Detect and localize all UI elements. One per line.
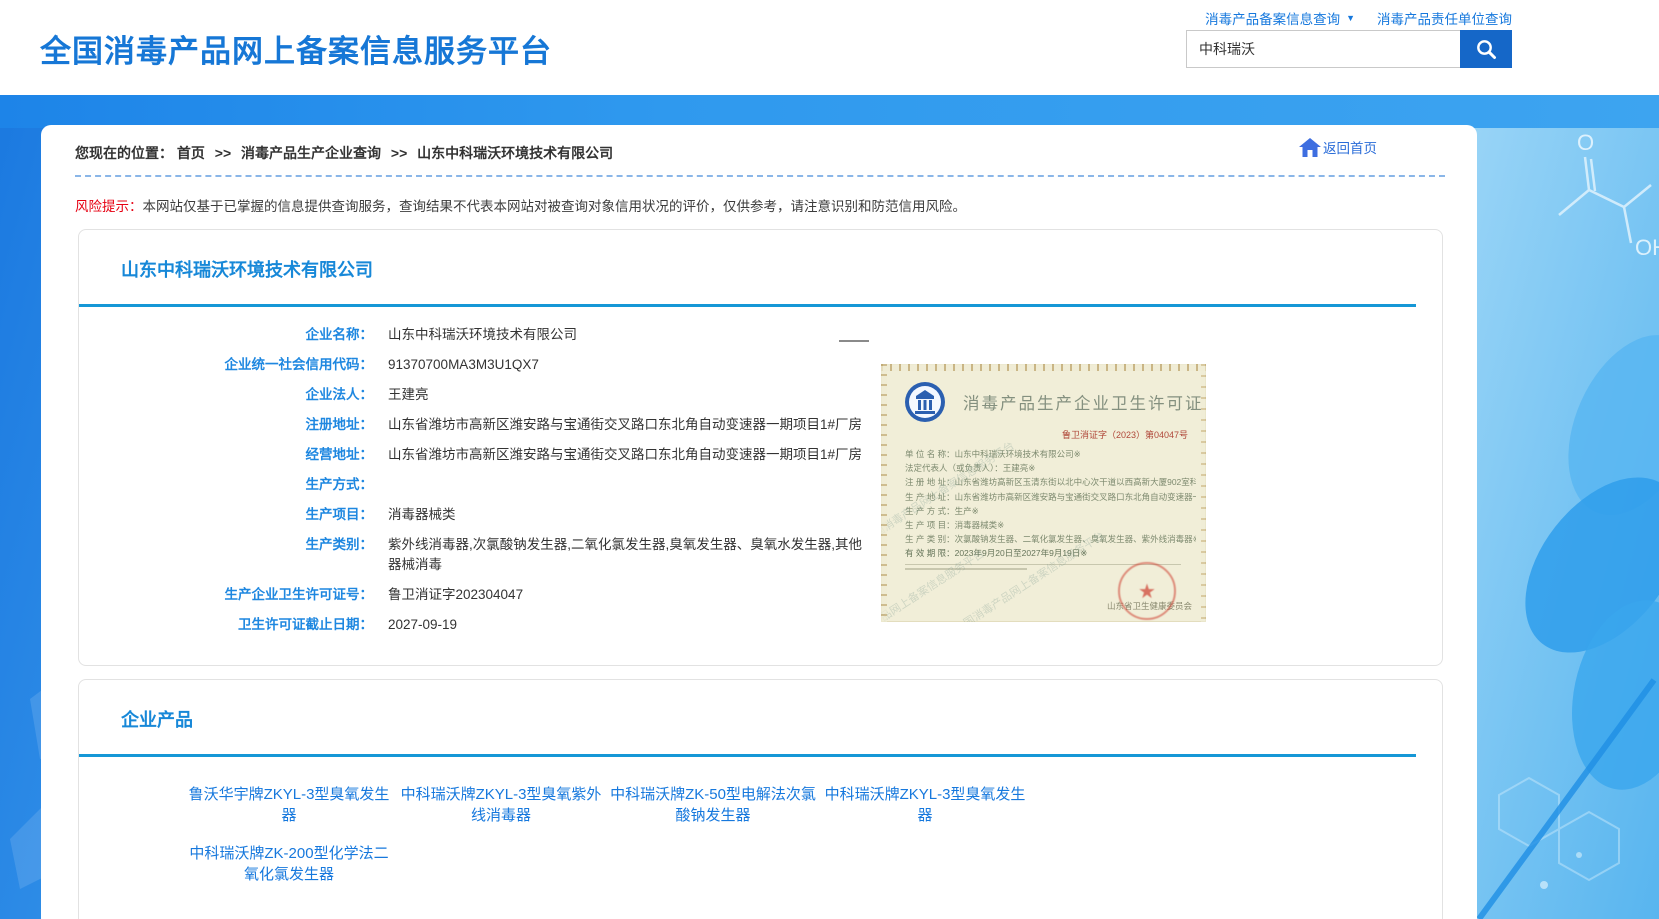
certificate-body: 单 位 名 称：山东中科瑞沃环境技术有限公司※ 法定代表人（或负责人）：王建亮※… <box>881 441 1206 570</box>
field-value: 山东中科瑞沃环境技术有限公司 <box>388 325 577 345</box>
field-value: 2027-09-19 <box>388 615 457 635</box>
header-band <box>0 95 1659 128</box>
breadcrumb-item-current: 山东中科瑞沃环境技术有限公司 <box>417 145 613 161</box>
certificate-line: 法定代表人（或负责人）：王建亮※ <box>905 461 1196 475</box>
product-link[interactable]: 中科瑞沃牌ZKYL-3型臭氧发生器 <box>819 784 1031 826</box>
breadcrumb-separator: >> <box>215 145 231 161</box>
product-link[interactable]: 中科瑞沃牌ZKYL-3型臭氧紫外线消毒器 <box>395 784 607 826</box>
field-row: 企业法人： 王建亮 <box>79 380 1442 410</box>
certificate-image: 全国消毒产品网上备案信息服务平台 全国消毒产品网上备案信息服务平台 全国消毒产品… <box>881 364 1206 622</box>
field-row: 生产方式： <box>79 470 1442 500</box>
certificate-line: 生 产 类 别：次氯酸钠发生器、二氧化氯发生器、臭氧发生器、紫外线消毒器※ <box>905 532 1196 546</box>
search-input[interactable] <box>1186 30 1460 68</box>
product-link[interactable]: 中科瑞沃牌ZK-200型化学法二氧化氯发生器 <box>183 843 395 885</box>
field-label: 生产类别： <box>79 535 373 555</box>
site-title: 全国消毒产品网上备案信息服务平台 <box>40 26 552 71</box>
product-list: 鲁沃华宇牌ZKYL-3型臭氧发生器 中科瑞沃牌ZKYL-3型臭氧紫外线消毒器 中… <box>183 784 1442 885</box>
field-row: 生产类别： 紫外线消毒器,次氯酸钠发生器,二氧化氯发生器,臭氧发生器、臭氧水发生器… <box>79 530 1442 580</box>
back-home-link[interactable]: 返回首页 <box>1299 137 1377 157</box>
certificate-line: 生 产 地 址：山东省潍坊市高新区潍安路与宝通街交叉路口东北角自动变速器一期项目… <box>905 490 1196 504</box>
product-link[interactable]: 中科瑞沃牌ZK-50型电解法次氯酸钠发生器 <box>607 784 819 826</box>
field-label: 生产项目： <box>79 505 373 525</box>
certificate-line: 生 产 方 式：生产※ <box>905 504 1196 518</box>
breadcrumb-item-home[interactable]: 首页 <box>177 145 205 161</box>
products-card-title: 企业产品 <box>121 706 1442 732</box>
page-background: O OH 您现在的位置： 首页 >> 消毒产品生产企业查询 <box>0 95 1659 919</box>
company-products-card: 企业产品 鲁沃华宇牌ZKYL-3型臭氧发生器 中科瑞沃牌ZKYL-3型臭氧紫外线… <box>78 679 1443 919</box>
search-button[interactable] <box>1460 30 1512 68</box>
breadcrumb-item-enterprise-query[interactable]: 消毒产品生产企业查询 <box>241 145 381 161</box>
field-value: 鲁卫消证字202304047 <box>388 585 523 605</box>
field-label: 企业名称： <box>79 325 373 345</box>
field-row: 卫生许可证截止日期： 2027-09-19 <box>79 610 1442 640</box>
field-value: 王建亮 <box>388 385 429 405</box>
page: 全国消毒产品网上备案信息服务平台 消毒产品备案信息查询 ▼ 消毒产品责任单位查询 <box>0 0 1659 919</box>
field-row: 注册地址： 山东省潍坊市高新区潍安路与宝通街交叉路口东北角自动变速器一期项目1#厂… <box>79 410 1442 440</box>
field-value: 91370700MA3M3U1QX7 <box>388 355 539 375</box>
field-label: 卫生许可证截止日期： <box>79 615 373 635</box>
nav-link-label: 消毒产品备案信息查询 <box>1205 8 1340 28</box>
field-label: 生产企业卫生许可证号： <box>79 585 373 605</box>
certificate-line: 单 位 名 称：山东中科瑞沃环境技术有限公司※ <box>905 447 1196 461</box>
risk-notice-label: 风险提示： <box>75 199 143 214</box>
field-label: 企业统一社会信用代码： <box>79 355 373 375</box>
company-info-card: 山东中科瑞沃环境技术有限公司 企业名称： 山东中科瑞沃环境技术有限公司 企业统一社… <box>78 229 1443 666</box>
field-value: 山东省潍坊市高新区潍安路与宝通街交叉路口东北角自动变速器一期项目1#厂房 <box>388 415 862 435</box>
field-value: 山东省潍坊市高新区潍安路与宝通街交叉路口东北角自动变速器一期项目1#厂房 <box>388 445 862 465</box>
home-icon <box>1299 138 1321 157</box>
svg-text:OH: OH <box>1635 235 1659 260</box>
field-row: 经营地址： 山东省潍坊市高新区潍安路与宝通街交叉路口东北角自动变速器一期项目1#厂… <box>79 440 1442 470</box>
breadcrumb-prefix: 您现在的位置： <box>75 145 173 161</box>
risk-notice-text: 本网站仅基于已掌握的信息提供查询服务，查询结果不代表本网站对被查询对象信用状况的… <box>143 199 967 214</box>
search-icon <box>1474 37 1498 61</box>
back-home-label: 返回首页 <box>1323 137 1377 157</box>
site-header: 全国消毒产品网上备案信息服务平台 消毒产品备案信息查询 ▼ 消毒产品责任单位查询 <box>0 0 1659 95</box>
breadcrumb: 您现在的位置： 首页 >> 消毒产品生产企业查询 >> 山东中科瑞沃环境技术有限… <box>41 125 1477 163</box>
card-title-rule <box>79 754 1416 757</box>
field-label: 生产方式： <box>79 475 373 495</box>
image-placeholder-dash <box>839 340 869 342</box>
chevron-down-icon: ▼ <box>1346 13 1355 23</box>
company-card-title: 山东中科瑞沃环境技术有限公司 <box>121 256 1442 282</box>
nav-link-record-info-query[interactable]: 消毒产品备案信息查询 ▼ <box>1205 8 1355 28</box>
field-value: 消毒器械类 <box>388 505 456 525</box>
field-value: 紫外线消毒器,次氯酸钠发生器,二氧化氯发生器,臭氧发生器、臭氧水发生器,其他器械… <box>388 535 868 575</box>
field-label: 经营地址： <box>79 445 373 465</box>
search-bar <box>1186 30 1512 68</box>
field-row: 企业名称： 山东中科瑞沃环境技术有限公司 <box>79 320 1442 350</box>
certificate-line: 生 产 项 目：消毒器械类※ <box>905 518 1196 532</box>
certificate-line: 有 效 期 限：2023年9月20日至2027年9月19日※ <box>905 546 1196 560</box>
certificate-number: 鲁卫消证字（2023）第04047号 <box>881 428 1188 441</box>
red-seal-icon: ★ <box>1118 562 1176 620</box>
breadcrumb-separator: >> <box>391 145 407 161</box>
field-row: 生产企业卫生许可证号： 鲁卫消证字202304047 <box>79 580 1442 610</box>
certificate-title: 消毒产品生产企业卫生许可证 <box>963 390 1204 414</box>
certificate-header: 消毒产品生产企业卫生许可证 <box>881 364 1206 424</box>
top-nav: 消毒产品备案信息查询 ▼ 消毒产品责任单位查询 <box>1205 8 1512 28</box>
nav-link-responsible-unit-query[interactable]: 消毒产品责任单位查询 <box>1377 8 1512 28</box>
field-label: 企业法人： <box>79 385 373 405</box>
content-panel: 您现在的位置： 首页 >> 消毒产品生产企业查询 >> 山东中科瑞沃环境技术有限… <box>41 125 1477 919</box>
emblem-icon <box>903 380 947 424</box>
risk-notice: 风险提示：本网站仅基于已掌握的信息提供查询服务，查询结果不代表本网站对被查询对象… <box>41 177 1477 215</box>
nav-link-label: 消毒产品责任单位查询 <box>1377 8 1512 28</box>
company-fields: 企业名称： 山东中科瑞沃环境技术有限公司 企业统一社会信用代码： 91370700M… <box>79 307 1442 640</box>
certificate-line: 注 册 地 址：山东省潍坊高新区玉清东街以北中心次干道以西高新大厦902室科苑 <box>905 475 1196 489</box>
svg-text:O: O <box>1577 130 1594 155</box>
field-label: 注册地址： <box>79 415 373 435</box>
field-row: 企业统一社会信用代码： 91370700MA3M3U1QX7 <box>79 350 1442 380</box>
product-link[interactable]: 鲁沃华宇牌ZKYL-3型臭氧发生器 <box>183 784 395 826</box>
field-row: 生产项目： 消毒器械类 <box>79 500 1442 530</box>
